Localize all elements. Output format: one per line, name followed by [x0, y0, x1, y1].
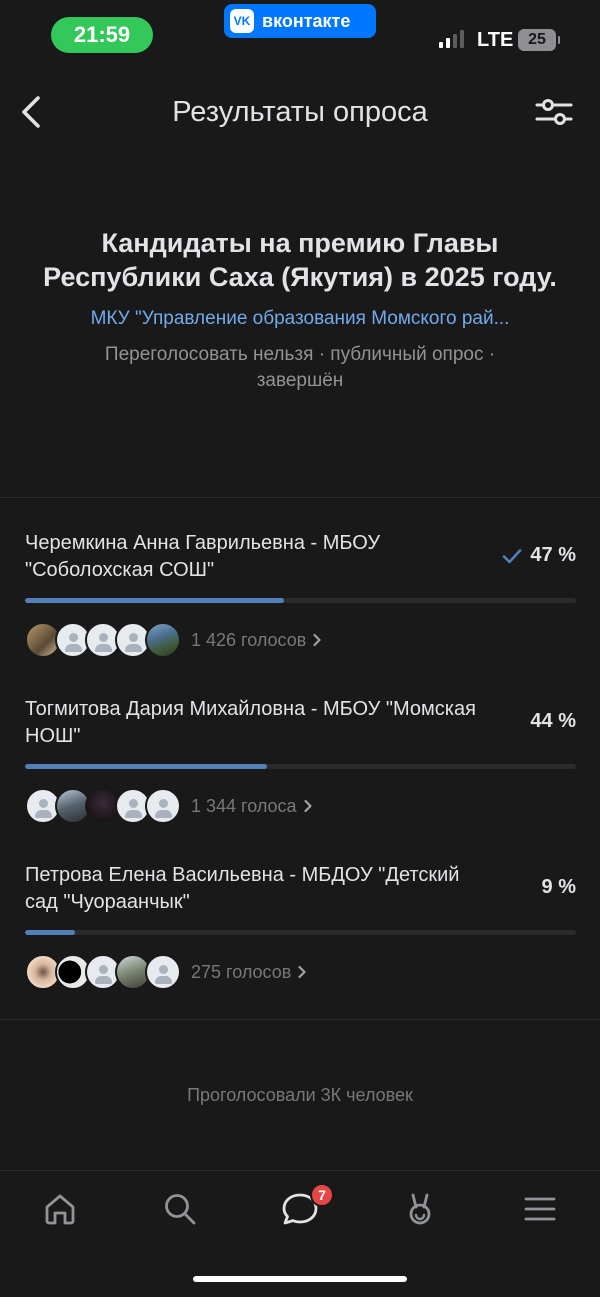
- progress-fill: [25, 598, 284, 603]
- tab-menu[interactable]: [520, 1189, 560, 1229]
- voter-avatars: [25, 954, 181, 990]
- clock: 21:59: [73, 22, 131, 47]
- signal-icon: [439, 30, 464, 48]
- votes-count: 1 344 голоса: [191, 795, 297, 816]
- progress-fill: [25, 764, 268, 769]
- divider: [0, 1019, 600, 1020]
- voter-avatars: [25, 622, 181, 658]
- app-indicator[interactable]: VK вконтакте: [224, 4, 376, 38]
- tab-home[interactable]: [40, 1189, 80, 1229]
- sliders-icon: [535, 99, 573, 125]
- voters-row[interactable]: 1 344 голоса: [25, 788, 313, 824]
- votes-count-link[interactable]: 275 голосов: [191, 962, 307, 983]
- battery-level: 25: [528, 31, 546, 48]
- progress-bar: [25, 598, 576, 603]
- progress-bar: [25, 764, 576, 769]
- progress-fill: [25, 930, 75, 935]
- voters-row[interactable]: 275 голосов: [25, 954, 307, 990]
- tab-search[interactable]: [160, 1189, 200, 1229]
- filter-button[interactable]: [534, 94, 574, 130]
- option-result: 47 %: [502, 544, 576, 567]
- divider: [0, 497, 600, 498]
- tab-messages[interactable]: 7: [280, 1183, 334, 1229]
- chevron-right-icon: [298, 965, 306, 979]
- voters-row[interactable]: 1 426 голосов: [25, 622, 322, 658]
- search-icon: [165, 1194, 196, 1225]
- poll-option[interactable]: Черемкина Анна Гаврильевна - МБОУ "Собол…: [25, 530, 576, 690]
- page-title: Результаты опроса: [172, 96, 428, 128]
- voter-avatars: [25, 788, 181, 824]
- option-percent: 9 %: [541, 876, 576, 898]
- votes-count-link[interactable]: 1 426 голосов: [191, 630, 322, 651]
- option-text: Тогмитова Дария Михайловна - МБОУ "Момск…: [25, 698, 476, 747]
- app-name: вконтакте: [262, 10, 351, 31]
- poll-title: Кандидаты на премию Главы Республики Сах…: [43, 228, 557, 292]
- nav-header: Результаты опроса: [0, 80, 600, 146]
- chevron-right-icon: [313, 633, 321, 647]
- poll-header: Кандидаты на премию Главы Республики Сах…: [40, 226, 560, 394]
- avatar-placeholder: [145, 954, 181, 990]
- option-result: 44 %: [530, 710, 576, 733]
- home-indicator[interactable]: [193, 1276, 407, 1282]
- option-result: 9 %: [542, 876, 576, 899]
- avatar-placeholder: [145, 788, 181, 824]
- avatar: [145, 622, 181, 658]
- home-icon: [45, 1194, 75, 1225]
- menu-icon: [524, 1197, 556, 1221]
- total-voters: Проголосовали 3К человек: [187, 1085, 413, 1105]
- votes-count: 1 426 голосов: [191, 629, 307, 650]
- option-percent: 47 %: [530, 544, 576, 566]
- option-text: Петрова Елена Васильевна - МБДОУ "Детски…: [25, 864, 460, 913]
- option-percent: 44 %: [530, 710, 576, 732]
- votes-count: 275 голосов: [191, 961, 292, 982]
- clips-icon: [409, 1193, 431, 1225]
- status-bar: 21:59 VK вконтакте LTE 25: [0, 0, 600, 72]
- check-icon: [503, 548, 522, 563]
- chevron-right-icon: [303, 799, 312, 813]
- votes-count-link[interactable]: 1 344 голоса: [191, 796, 313, 817]
- poll-option[interactable]: Петрова Елена Васильевна - МБДОУ "Детски…: [25, 862, 576, 1022]
- time-pill[interactable]: 21:59: [51, 17, 153, 53]
- option-text: Черемкина Анна Гаврильевна - МБОУ "Собол…: [25, 532, 381, 581]
- network-type: LTE: [477, 29, 514, 51]
- poll-option[interactable]: Тогмитова Дария Михайловна - МБОУ "Момск…: [25, 696, 576, 856]
- tab-clips[interactable]: [400, 1189, 440, 1229]
- unread-badge: 7: [310, 1183, 334, 1207]
- poll-author-link[interactable]: МКУ "Управление образования Момского рай…: [40, 308, 560, 330]
- progress-bar: [25, 930, 576, 935]
- poll-meta: Переголосовать нельзя · публичный опрос …: [104, 344, 496, 391]
- battery-icon: 25: [518, 29, 560, 51]
- vk-logo-icon: VK: [230, 9, 254, 33]
